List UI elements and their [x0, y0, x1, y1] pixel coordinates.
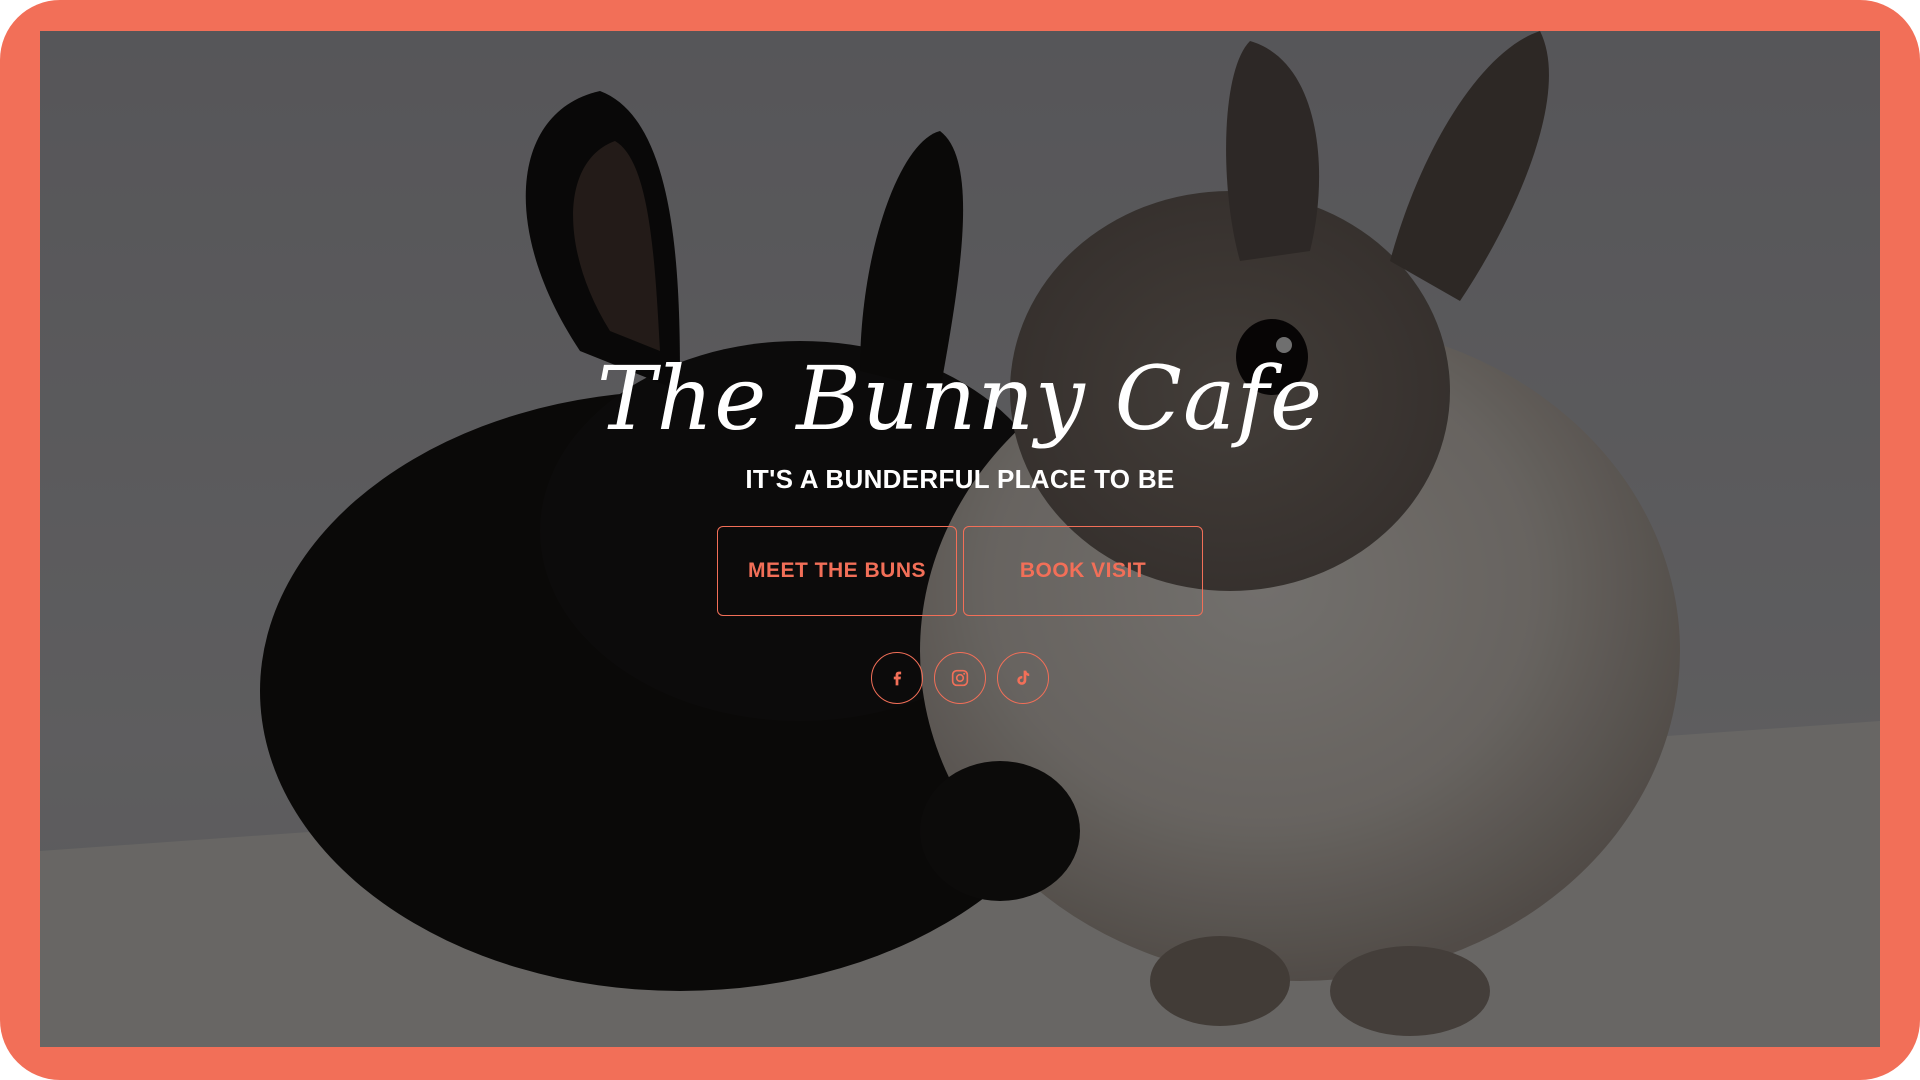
- site-tagline: IT'S A BUNDERFUL PLACE TO BE: [745, 464, 1175, 494]
- hero-content: The Bunny Cafe IT'S A BUNDERFUL PLACE TO…: [40, 31, 1880, 1047]
- hero-section: The Bunny Cafe IT'S A BUNDERFUL PLACE TO…: [40, 31, 1880, 1047]
- instagram-link[interactable]: [934, 652, 986, 704]
- meet-the-buns-button[interactable]: MEET THE BUNS: [717, 526, 957, 616]
- hero-buttons: MEET THE BUNS BOOK VISIT: [717, 526, 1203, 616]
- tiktok-link[interactable]: [997, 652, 1049, 704]
- facebook-link[interactable]: [871, 652, 923, 704]
- social-links: [871, 652, 1049, 704]
- page-frame: The Bunny Cafe IT'S A BUNDERFUL PLACE TO…: [0, 0, 1920, 1080]
- site-title: The Bunny Cafe: [596, 347, 1324, 450]
- book-visit-button[interactable]: BOOK VISIT: [963, 526, 1203, 616]
- instagram-icon: [951, 669, 969, 687]
- tiktok-icon: [1017, 670, 1030, 685]
- facebook-icon: [893, 671, 902, 686]
